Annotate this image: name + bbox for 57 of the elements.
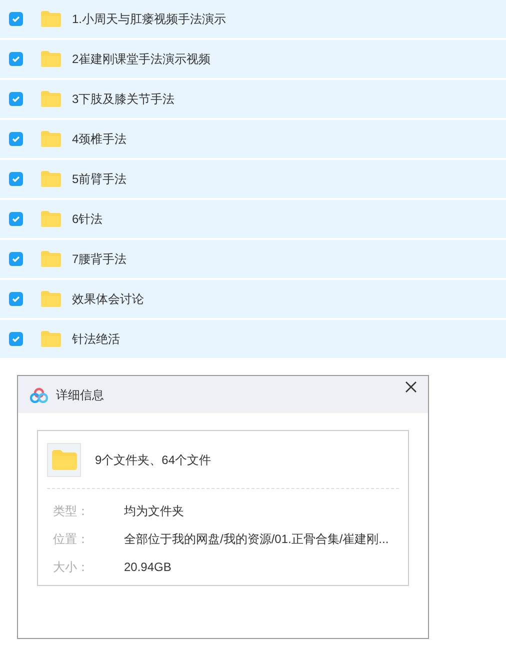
detail-value: 均为文件夹 xyxy=(124,503,184,520)
cloud-logo-icon xyxy=(29,386,49,402)
checkmark-icon xyxy=(11,134,21,144)
folder-name: 4颈椎手法 xyxy=(72,131,127,148)
folder-name: 7腰背手法 xyxy=(72,251,127,268)
checkbox[interactable] xyxy=(9,92,23,106)
checkbox[interactable] xyxy=(9,172,23,186)
checkmark-icon xyxy=(11,94,21,104)
checkbox[interactable] xyxy=(9,52,23,66)
close-button[interactable] xyxy=(404,380,418,394)
checkbox[interactable] xyxy=(9,212,23,226)
detail-label: 大小： xyxy=(52,559,90,576)
checkmark-icon xyxy=(11,14,21,24)
checkbox[interactable] xyxy=(9,132,23,146)
detail-label: 类型： xyxy=(52,503,90,520)
checkbox[interactable] xyxy=(9,12,23,26)
folder-icon xyxy=(41,171,61,187)
checkmark-icon xyxy=(11,214,21,224)
checkmark-icon xyxy=(11,294,21,304)
folder-icon xyxy=(52,450,76,470)
folder-name: 6针法 xyxy=(72,211,103,228)
folder-name: 5前臂手法 xyxy=(72,171,127,188)
folder-icon xyxy=(41,91,61,107)
checkmark-icon xyxy=(11,254,21,264)
folder-icon xyxy=(41,11,61,27)
folder-row[interactable]: 效果体会讨论 xyxy=(0,280,506,318)
folder-icon xyxy=(41,131,61,147)
folder-row[interactable]: 3下肢及膝关节手法 xyxy=(0,80,506,118)
folder-icon xyxy=(41,51,61,67)
checkmark-icon xyxy=(11,174,21,184)
close-icon xyxy=(405,381,417,393)
folder-name: 效果体会讨论 xyxy=(72,291,144,308)
detail-value: 20.94GB xyxy=(124,559,172,576)
folder-row[interactable]: 1.小周天与肛瘘视频手法演示 xyxy=(0,0,506,38)
folder-icon xyxy=(41,291,61,307)
dialog-title: 详细信息 xyxy=(56,386,104,404)
folder-name: 1.小周天与肛瘘视频手法演示 xyxy=(72,11,226,28)
folder-name: 针法绝活 xyxy=(72,331,120,348)
folder-row[interactable]: 2崔建刚课堂手法演示视频 xyxy=(0,40,506,78)
folder-row[interactable]: 5前臂手法 xyxy=(0,160,506,198)
detail-value: 全部位于我的网盘/我的资源/01.正骨合集/崔建刚... xyxy=(124,531,389,548)
folder-row[interactable]: 7腰背手法 xyxy=(0,240,506,278)
summary-text: 9个文件夹、64个文件 xyxy=(95,452,212,468)
folder-row[interactable]: 针法绝活 xyxy=(0,320,506,358)
folder-icon xyxy=(41,251,61,267)
folder-icon xyxy=(41,331,61,347)
detail-label: 位置： xyxy=(52,531,90,548)
checkmark-icon xyxy=(11,334,21,344)
folder-row[interactable]: 6针法 xyxy=(0,200,506,238)
checkbox[interactable] xyxy=(9,332,23,346)
folder-name: 3下肢及膝关节手法 xyxy=(72,91,175,108)
checkbox[interactable] xyxy=(9,292,23,306)
folder-icon xyxy=(41,211,61,227)
folder-row[interactable]: 4颈椎手法 xyxy=(0,120,506,158)
folder-name: 2崔建刚课堂手法演示视频 xyxy=(72,51,211,68)
checkbox[interactable] xyxy=(9,252,23,266)
checkmark-icon xyxy=(11,54,21,64)
